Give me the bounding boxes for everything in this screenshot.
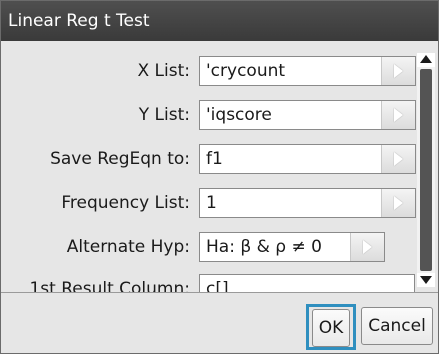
right-triangle-icon bbox=[394, 152, 403, 166]
frequency-list-value: 1 bbox=[206, 193, 217, 213]
result-column-value: c[] bbox=[206, 279, 229, 292]
result-column-label: 1st Result Column: bbox=[29, 279, 190, 292]
frequency-list-field[interactable]: 1 bbox=[199, 188, 416, 218]
alternate-hyp-value: Ha: β & ρ ≠ 0 bbox=[206, 237, 322, 257]
alternate-hyp-select[interactable]: Ha: β & ρ ≠ 0 bbox=[199, 232, 385, 262]
scroll-down-button[interactable] bbox=[417, 273, 435, 287]
x-list-dropdown-button[interactable] bbox=[381, 57, 415, 85]
dialog-title: Linear Reg t Test bbox=[1, 1, 438, 41]
ok-button[interactable]: OK bbox=[312, 309, 350, 347]
right-triangle-icon bbox=[394, 108, 403, 122]
save-regeqn-dropdown-button[interactable] bbox=[381, 145, 415, 173]
save-regeqn-label: Save RegEqn to: bbox=[50, 149, 190, 169]
alternate-hyp-dropdown-button[interactable] bbox=[350, 233, 384, 261]
save-regeqn-value: f1 bbox=[206, 149, 223, 169]
y-list-dropdown-button[interactable] bbox=[381, 101, 415, 129]
right-triangle-icon bbox=[394, 196, 403, 210]
scrollbar-thumb[interactable] bbox=[420, 69, 432, 271]
y-list-value: 'iqscore bbox=[206, 105, 272, 125]
button-area-divider bbox=[1, 292, 438, 293]
scroll-down-arrow-icon bbox=[420, 276, 432, 284]
scroll-up-button[interactable] bbox=[417, 53, 435, 67]
ok-button-focus-ring: OK bbox=[306, 304, 356, 350]
alternate-hyp-label: Alternate Hyp: bbox=[66, 237, 190, 257]
dialog-content: X List: 'crycount Y List: 'iqscore Save … bbox=[1, 41, 438, 292]
x-list-label: X List: bbox=[137, 61, 191, 81]
x-list-value: 'crycount bbox=[206, 61, 286, 81]
right-triangle-icon bbox=[394, 64, 403, 78]
save-regeqn-field[interactable]: f1 bbox=[199, 144, 416, 174]
scroll-up-arrow-icon bbox=[420, 55, 432, 63]
right-triangle-icon bbox=[363, 240, 372, 254]
y-list-field[interactable]: 'iqscore bbox=[199, 100, 416, 130]
y-list-label: Y List: bbox=[138, 105, 190, 125]
frequency-list-label: Frequency List: bbox=[61, 193, 190, 213]
vertical-scrollbar[interactable] bbox=[417, 53, 435, 287]
result-column-input[interactable]: c[] bbox=[199, 274, 415, 292]
frequency-list-dropdown-button[interactable] bbox=[381, 189, 415, 217]
linear-reg-t-test-dialog: Linear Reg t Test X List: 'crycount Y Li… bbox=[0, 0, 439, 354]
x-list-field[interactable]: 'crycount bbox=[199, 56, 416, 86]
cancel-button[interactable]: Cancel bbox=[361, 307, 433, 345]
